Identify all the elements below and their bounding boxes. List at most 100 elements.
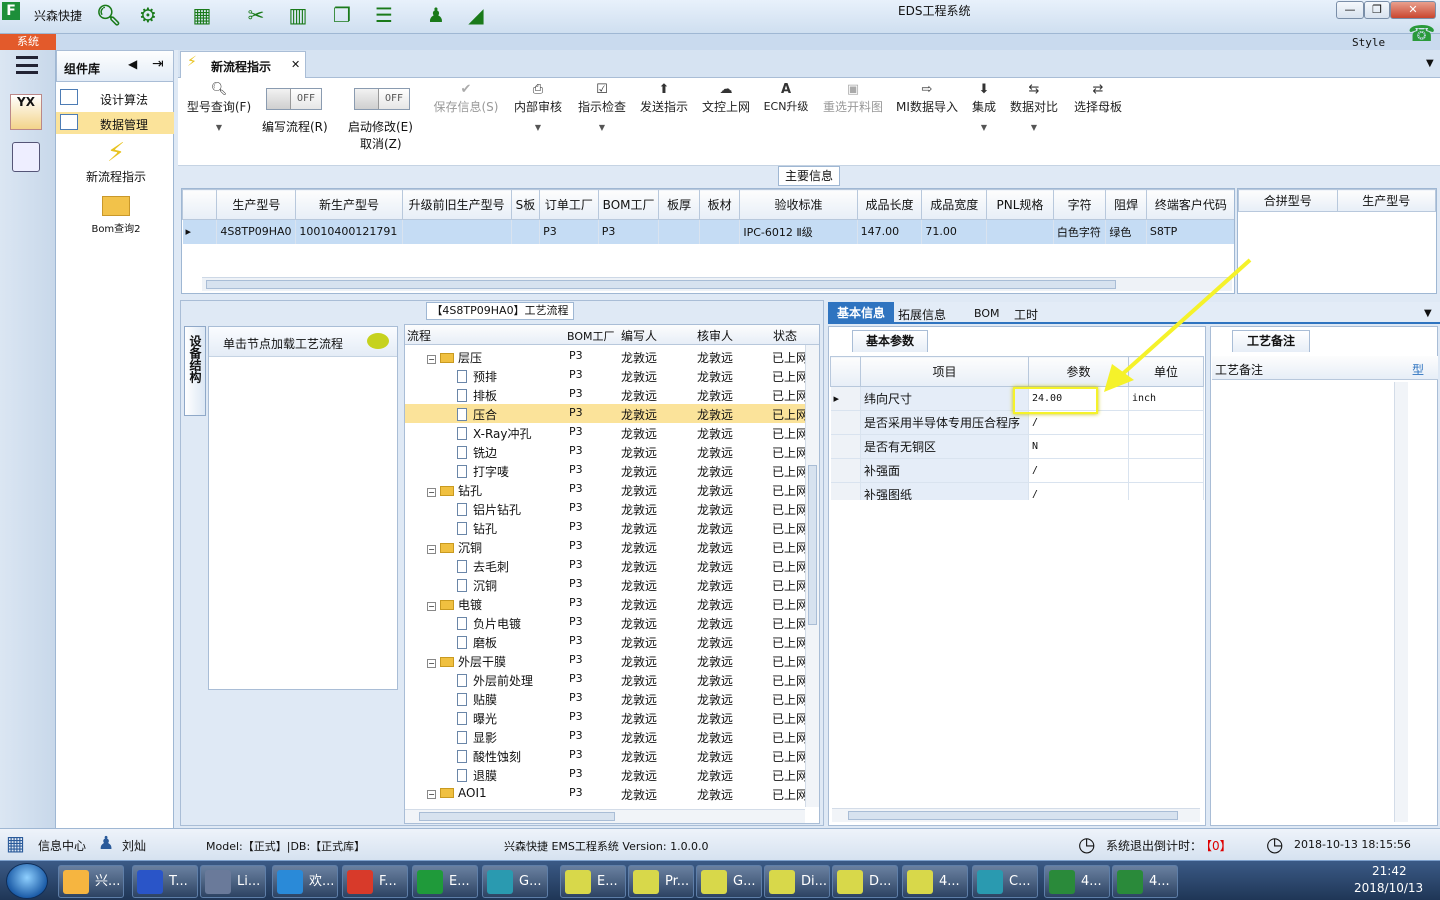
bom-query-big-item[interactable]: Bom查询2 bbox=[66, 196, 166, 246]
horizontal-scrollbar[interactable] bbox=[202, 277, 1232, 291]
table-cell[interactable] bbox=[986, 219, 1054, 244]
table-cell[interactable]: P3 bbox=[598, 219, 660, 244]
taskbar-app[interactable]: F... bbox=[342, 865, 408, 898]
params-horizontal-scrollbar[interactable] bbox=[832, 808, 1200, 822]
device-structure-tab[interactable]: 设备结构 bbox=[184, 326, 206, 416]
col-header[interactable]: 板材 bbox=[698, 189, 741, 220]
remarks-scrollbar[interactable] bbox=[1394, 382, 1408, 822]
save-info-button[interactable]: ✔ 保存信息(S) bbox=[430, 82, 502, 115]
tree-row[interactable]: − 沉铜 P3 龙敦远 龙敦远 已上网 bbox=[405, 537, 819, 556]
tree-row[interactable]: 退膜 P3 龙敦远 龙敦远 已上网 bbox=[405, 765, 819, 784]
param-cell-param[interactable]: / bbox=[1028, 482, 1129, 500]
user-icon[interactable]: ♟ bbox=[424, 3, 448, 27]
tree-row[interactable]: 酸性蚀刻 P3 龙敦远 龙敦远 已上网 bbox=[405, 746, 819, 765]
taskbar-app[interactable]: T... bbox=[132, 865, 198, 898]
col-header[interactable]: 终端客户代码 bbox=[1145, 189, 1234, 220]
table-cell[interactable] bbox=[511, 219, 541, 244]
tree-row[interactable]: 钻孔 P3 龙敦远 龙敦远 已上网 bbox=[405, 518, 819, 537]
col-header[interactable]: 验收标准 bbox=[739, 189, 858, 220]
table-cell[interactable]: 白色字符 bbox=[1053, 219, 1107, 244]
scissors-icon[interactable]: ✂ bbox=[244, 3, 268, 27]
taskbar-app[interactable]: Pr... bbox=[628, 865, 694, 898]
taskbar-app[interactable]: 4... bbox=[902, 865, 968, 898]
table-cell[interactable] bbox=[658, 219, 700, 244]
col-header[interactable]: PNL规格 bbox=[986, 189, 1054, 220]
list-icon[interactable]: ☰ bbox=[372, 3, 396, 27]
tree-row[interactable]: X-Ray冲孔 P3 龙敦远 龙敦远 已上网 bbox=[405, 423, 819, 442]
brand-icon[interactable]: YX bbox=[10, 94, 42, 130]
collapse-icon[interactable]: − bbox=[427, 488, 436, 497]
table-row[interactable]: 是否采用半导体专用压合程序 / bbox=[830, 410, 1204, 435]
modify-toggle[interactable]: OFF bbox=[354, 88, 410, 110]
taskbar-app[interactable]: 兴... bbox=[58, 865, 124, 898]
table-cell[interactable]: S8TP bbox=[1146, 219, 1234, 244]
col-header[interactable]: 阻焊 bbox=[1105, 189, 1147, 220]
publish-button[interactable]: ☁ 文控上网 bbox=[698, 82, 754, 115]
table-row[interactable]: ▸ 4S8TP09HA0 10010400121791 P3 P3 IPC-6012 Ⅱ级… bbox=[182, 219, 1234, 244]
param-cell-param[interactable]: / bbox=[1028, 410, 1129, 435]
tree-row[interactable]: − 电镀 P3 龙敦远 龙敦远 已上网 bbox=[405, 594, 819, 613]
table-cell[interactable]: 71.00 bbox=[921, 219, 988, 244]
col-header[interactable]: 成品宽度 bbox=[921, 189, 988, 220]
taskbar-app[interactable]: 欢... bbox=[272, 865, 338, 898]
tree-row[interactable]: 预排 P3 龙敦远 龙敦远 已上网 bbox=[405, 366, 819, 385]
tab-bom[interactable]: BOM bbox=[974, 307, 1000, 320]
table-row[interactable]: 是否有无铜区 N bbox=[830, 434, 1204, 459]
tree-row[interactable]: 铝片钻孔 P3 龙敦远 龙敦远 已上网 bbox=[405, 499, 819, 518]
collapse-icon[interactable]: − bbox=[427, 545, 436, 554]
taskbar-app[interactable]: G... bbox=[696, 865, 762, 898]
tree-row[interactable]: − 钻孔 P3 龙敦远 龙敦远 已上网 bbox=[405, 480, 819, 499]
col-header[interactable]: 新生产型号 bbox=[295, 189, 403, 220]
write-flow-toggle[interactable]: OFF bbox=[266, 88, 322, 110]
tree-row[interactable]: − AOI1 P3 龙敦远 龙敦远 已上网 bbox=[405, 784, 819, 803]
tree-row[interactable]: 打字唛 P3 龙敦远 龙敦远 已上网 bbox=[405, 461, 819, 480]
reselect-drawing-button[interactable]: ▣ 重选开料图 bbox=[818, 82, 888, 115]
doc-tab[interactable]: ⚡ 新流程指示 ✕ bbox=[180, 51, 306, 78]
style-menu[interactable]: Style bbox=[1352, 36, 1385, 49]
select-board-button[interactable]: ⇄ 选择母板 bbox=[1070, 82, 1126, 115]
film-icon[interactable]: ▥ bbox=[286, 3, 310, 27]
tree-vertical-scrollbar[interactable] bbox=[805, 345, 819, 807]
tree-row[interactable]: 排板 P3 龙敦远 龙敦远 已上网 bbox=[405, 385, 819, 404]
col-header[interactable]: BOM工厂 bbox=[597, 189, 660, 220]
chevron-down-icon[interactable]: ▼ bbox=[1424, 308, 1432, 319]
taskbar-app[interactable]: E... bbox=[560, 865, 626, 898]
col-header[interactable]: 板厚 bbox=[658, 189, 700, 220]
close-button[interactable]: ✕ bbox=[1390, 1, 1436, 19]
data-compare-button[interactable]: ⇆ 数据对比 ▼ bbox=[1006, 82, 1062, 132]
mi-import-button[interactable]: ⇨ MI数据导入 bbox=[892, 82, 962, 115]
internal-review-button[interactable]: ⎙ 内部审核 ▼ bbox=[510, 82, 566, 132]
tree-row[interactable]: 铣边 P3 龙敦远 龙敦远 已上网 bbox=[405, 442, 819, 461]
chart-icon[interactable]: ◢ bbox=[464, 3, 488, 27]
taskbar-app[interactable]: G... bbox=[482, 865, 548, 898]
maximize-button[interactable]: ❐ bbox=[1364, 1, 1390, 19]
collapse-left-icon[interactable]: ◀ bbox=[128, 57, 137, 71]
taskbar-app[interactable]: E... bbox=[412, 865, 478, 898]
col-header[interactable]: 生产型号 bbox=[216, 189, 297, 220]
tree-row[interactable]: 显影 P3 龙敦远 龙敦远 已上网 bbox=[405, 727, 819, 746]
chevron-down-icon[interactable]: ▼ bbox=[1426, 58, 1434, 69]
start-button[interactable] bbox=[6, 863, 48, 899]
tree-row[interactable]: − 层压 P3 龙敦远 龙敦远 已上网 bbox=[405, 347, 819, 366]
tree-row[interactable]: 磨板 P3 龙敦远 龙敦远 已上网 bbox=[405, 632, 819, 651]
table-cell[interactable]: 147.00 bbox=[857, 219, 923, 244]
table-cell[interactable]: 10010400121791 bbox=[295, 219, 403, 244]
collapse-icon[interactable]: − bbox=[427, 659, 436, 668]
table-cell[interactable]: P3 bbox=[539, 219, 599, 244]
param-cell-param[interactable]: N bbox=[1028, 434, 1129, 459]
col-header[interactable]: 字符 bbox=[1052, 189, 1107, 220]
col-header[interactable]: 成品长度 bbox=[856, 189, 923, 220]
collapse-icon[interactable]: − bbox=[427, 355, 436, 364]
grid-icon[interactable]: ▦ bbox=[6, 831, 25, 855]
tree-row[interactable]: 负片电镀 P3 龙敦远 龙敦远 已上网 bbox=[405, 613, 819, 632]
send-instruction-button[interactable]: ⬆ 发送指示 bbox=[636, 82, 692, 115]
tree-row[interactable]: 去毛刺 P3 龙敦远 龙敦远 已上网 bbox=[405, 556, 819, 575]
col-header[interactable]: S板 bbox=[510, 189, 541, 220]
tab-hours[interactable]: 工时 bbox=[1014, 306, 1038, 323]
sidebar-item-data[interactable]: 数据管理 bbox=[56, 112, 174, 134]
taskbar-app[interactable]: Di... bbox=[764, 865, 830, 898]
tree-row[interactable]: 外层前处理 P3 龙敦远 龙敦远 已上网 bbox=[405, 670, 819, 689]
pin-icon[interactable]: ⇥ bbox=[152, 56, 164, 72]
calculator-icon[interactable] bbox=[12, 142, 40, 172]
tree-row[interactable]: 曝光 P3 龙敦远 龙敦远 已上网 bbox=[405, 708, 819, 727]
